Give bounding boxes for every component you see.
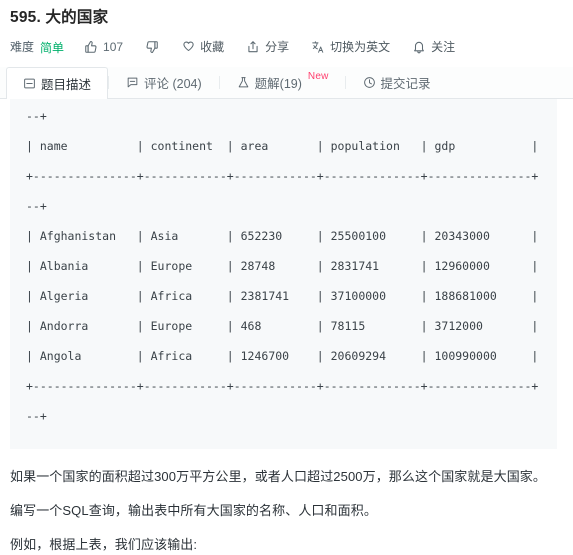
share-label: 分享 — [265, 40, 290, 54]
tab-description[interactable]: 题目描述 — [6, 67, 109, 99]
tab-bar: 题目描述 评论 (204) 题解(19) New 提交记录 — [0, 67, 573, 99]
tab-description-label: 题目描述 — [41, 78, 92, 92]
clock-icon — [363, 76, 376, 89]
flask-icon — [237, 76, 250, 89]
bell-icon — [412, 40, 426, 54]
share-icon — [246, 40, 260, 54]
page-title: 595. 大的国家 — [10, 9, 109, 26]
heart-icon — [181, 40, 195, 54]
description-paragraph-2: 编写一个SQL查询，输出表中所有大国家的名称、人口和面积。 — [10, 503, 377, 518]
thumbs-down-icon — [145, 40, 159, 54]
translate-icon — [311, 40, 325, 54]
follow-label: 关注 — [431, 40, 456, 54]
like-button[interactable]: 107 — [84, 39, 123, 55]
tab-submissions[interactable]: 提交记录 — [346, 67, 448, 98]
example-table-code-block: +---------------+------------+----------… — [10, 99, 557, 449]
difficulty-value: 简单 — [40, 40, 65, 55]
translate-button[interactable]: 切换为英文 — [311, 39, 390, 55]
favorite-label: 收藏 — [200, 40, 225, 54]
difficulty-label-wrap: 难度 — [10, 39, 34, 55]
follow-button[interactable]: 关注 — [412, 39, 455, 55]
tab-submissions-label: 提交记录 — [380, 77, 431, 91]
comment-icon — [126, 76, 139, 89]
like-count: 107 — [103, 40, 124, 54]
tab-solutions[interactable]: 题解(19) New — [220, 67, 345, 98]
difficulty-label: 难度 — [10, 40, 35, 54]
problem-content: +---------------+------------+----------… — [0, 99, 573, 555]
action-bar: 难度 简单 107 收藏 分享 切换为英文 关注 — [0, 33, 573, 61]
description-paragraph-1: 如果一个国家的面积超过300万平方公里，或者人口超过2500万，那么这个国家就是… — [10, 469, 547, 484]
description-icon — [23, 77, 36, 90]
tab-comments[interactable]: 评论 (204) — [109, 67, 219, 98]
tab-solutions-label: 题解(19) — [254, 77, 302, 91]
dislike-button[interactable] — [145, 40, 159, 54]
description-paragraph-3: 例如，根据上表，我们应该输出: — [10, 537, 198, 552]
tab-comments-label: 评论 (204) — [144, 77, 202, 91]
favorite-button[interactable]: 收藏 — [181, 39, 224, 55]
new-badge: New — [307, 71, 329, 82]
thumbs-up-icon — [84, 40, 98, 54]
translate-label: 切换为英文 — [330, 40, 391, 54]
code-text: +---------------+------------+----------… — [26, 109, 539, 423]
share-button[interactable]: 分享 — [246, 39, 289, 55]
